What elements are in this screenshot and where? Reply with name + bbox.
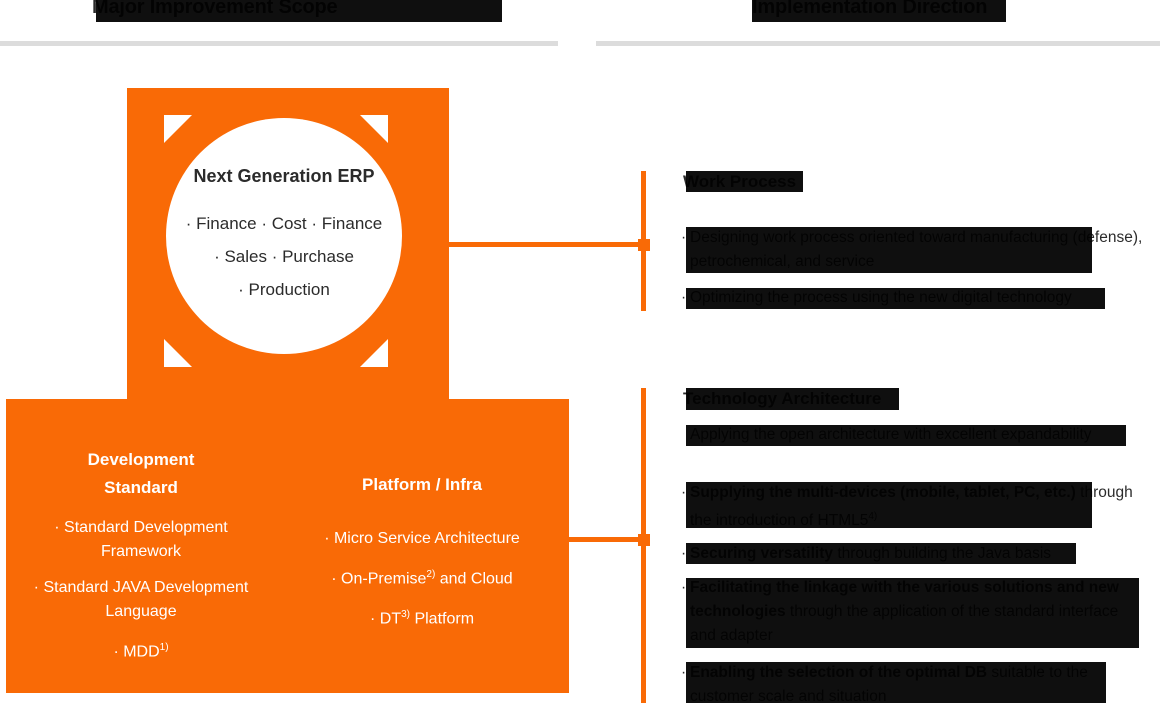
platform-infra-item-suffix: and Cloud: [435, 570, 513, 588]
platform-infra-item: · On-Premise2) and Cloud: [296, 563, 548, 591]
redaction-bar: [686, 425, 1126, 446]
platform-infra-item-suffix: Platform: [410, 610, 475, 628]
redaction-bar-title-left: [96, 0, 502, 22]
platform-infra-item-label: · On-Premise: [331, 570, 427, 588]
footnote-marker-2: 2): [426, 569, 436, 580]
footnote-marker-1: 1): [159, 642, 169, 653]
erp-circle-title: Next Generation ERP: [193, 166, 375, 186]
redaction-bar: [686, 288, 1105, 309]
platform-infra-item: · DT3) Platform: [296, 603, 548, 631]
connector-joint-technology: [638, 534, 650, 546]
redaction-bar: [686, 578, 1139, 648]
redaction-bar-title-right: [752, 0, 1006, 22]
development-standard-title-line2: Standard: [104, 478, 178, 497]
platform-infra-column: Platform / Infra · Micro Service Archite…: [296, 471, 548, 644]
development-standard-item-label: · MDD: [113, 643, 160, 661]
redaction-bar: [686, 482, 1092, 528]
redaction-bar: [686, 543, 1076, 564]
development-standard-title: Development Standard: [14, 446, 268, 502]
erp-circle-line-3: · Production: [238, 280, 330, 299]
redaction-bar: [686, 171, 803, 192]
redaction-bar: [686, 388, 899, 410]
header-divider-left: [0, 41, 558, 46]
erp-circle-line-2: · Sales · Purchase: [214, 247, 354, 266]
erp-circle-line-1: · Finance · Cost · Finance: [185, 214, 383, 233]
development-standard-item: · MDD1): [14, 636, 268, 664]
connector-joint-work-process: [638, 239, 650, 251]
redaction-bar: [686, 662, 1106, 703]
development-standard-item: · Standard JAVA Development Language: [33, 579, 249, 620]
connector-line-technology: [569, 537, 645, 542]
header-divider-right: [596, 41, 1160, 46]
platform-infra-item: · Micro Service Architecture: [324, 530, 520, 547]
development-standard-title-line1: Development: [87, 450, 195, 469]
development-standard-column: Development Standard · Standard Developm…: [14, 446, 268, 676]
platform-infra-item-label: · DT: [369, 610, 402, 628]
redaction-bar: [686, 227, 1092, 273]
connector-line-work-process: [449, 242, 645, 247]
erp-circle: Next Generation ERP · Finance · Cost · F…: [166, 118, 402, 354]
footnote-marker-3: 3): [401, 609, 410, 621]
development-standard-item: · Standard Development Framework: [54, 519, 228, 560]
platform-infra-title: Platform / Infra: [362, 475, 482, 494]
